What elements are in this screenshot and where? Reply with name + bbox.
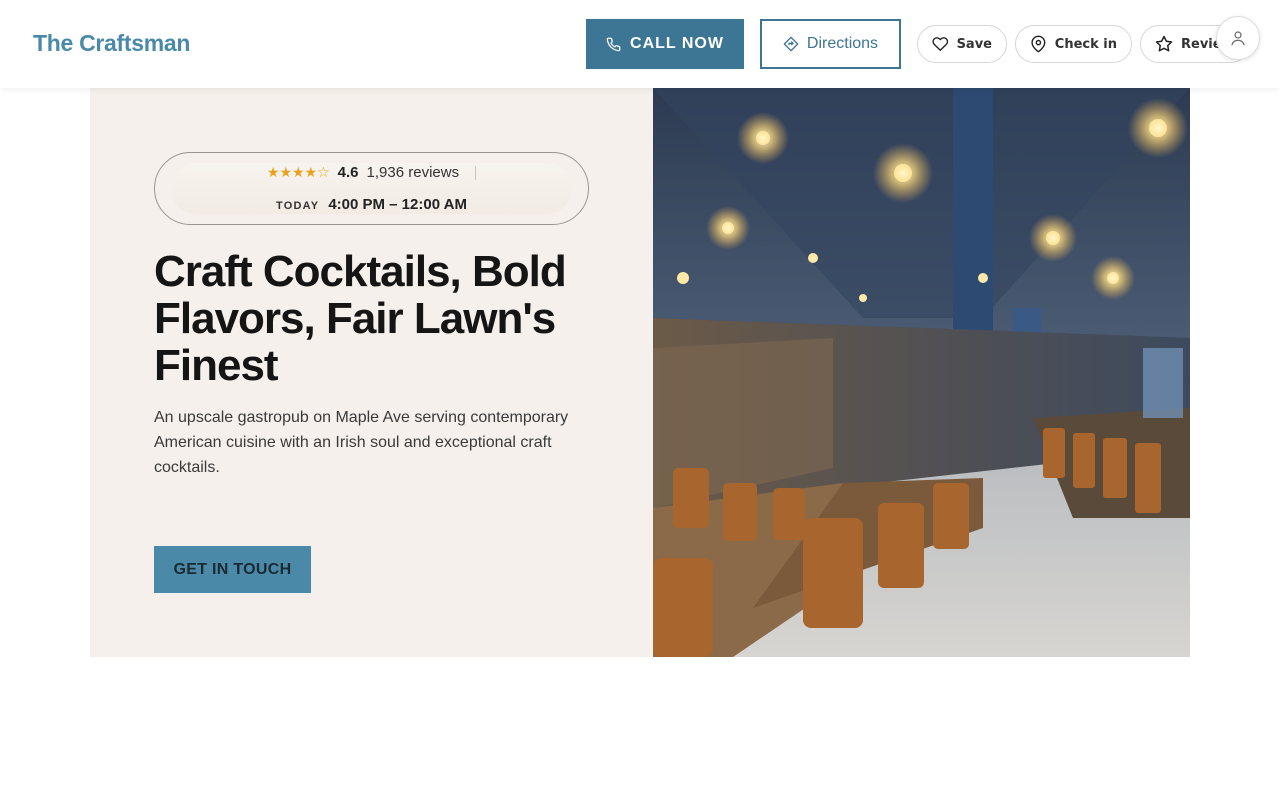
hero-description: An upscale gastropub on Maple Ave servin…	[154, 409, 569, 476]
site-header: The Craftsman CALL NOW Directions Save C…	[0, 0, 1280, 88]
user-account-button[interactable]	[1216, 16, 1260, 60]
directions-label: Directions	[806, 35, 879, 52]
check-in-button[interactable]: Check in	[1015, 25, 1132, 63]
rating-value: 4.6	[337, 164, 359, 181]
phone-icon	[606, 37, 621, 51]
interior-illustration	[653, 88, 1190, 657]
hero-headline: Craft Cocktails, Bold Flavors, Fair Lawn…	[154, 247, 567, 390]
hero-content: ★★★★☆ 4.6 1,936 reviews TODAY 4:00 PM – …	[90, 88, 653, 657]
call-now-button[interactable]: CALL NOW	[586, 19, 744, 69]
today-label: TODAY	[276, 200, 320, 212]
star-outline-icon	[1155, 35, 1173, 52]
logo[interactable]: The Craftsman	[33, 30, 190, 57]
review-count[interactable]: 1,936 reviews	[367, 164, 460, 181]
heart-icon	[932, 37, 949, 51]
save-label: Save	[956, 36, 992, 52]
rating-stars: ★★★★☆	[266, 164, 330, 181]
check-in-label: Check in	[1054, 36, 1117, 52]
get-in-touch-button[interactable]: GET IN TOUCH	[154, 546, 311, 593]
divider	[475, 165, 477, 180]
call-now-label: CALL NOW	[630, 35, 724, 52]
directions-icon	[783, 36, 799, 52]
rating-row: ★★★★☆ 4.6 1,936 reviews	[155, 164, 588, 181]
opening-hours: 4:00 PM – 12:00 AM	[328, 196, 467, 213]
restaurant-interior-photo	[653, 88, 1190, 657]
rating-hours-card: ★★★★☆ 4.6 1,936 reviews TODAY 4:00 PM – …	[154, 152, 589, 225]
directions-button[interactable]: Directions	[760, 19, 901, 69]
save-button[interactable]: Save	[917, 25, 1007, 63]
user-icon	[1231, 31, 1245, 46]
hours-row: TODAY 4:00 PM – 12:00 AM	[155, 196, 588, 213]
map-pin-icon	[1031, 35, 1046, 53]
